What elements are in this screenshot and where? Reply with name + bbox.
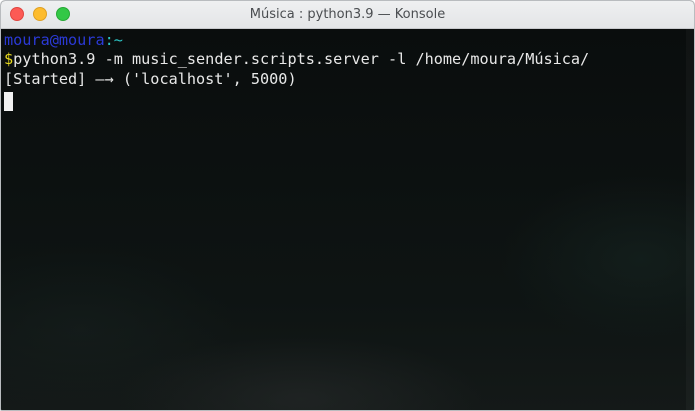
prompt-at: @ bbox=[49, 31, 59, 49]
output-line: [Started] —→ ('localhost', 5000) bbox=[4, 70, 297, 88]
scrollbar[interactable] bbox=[686, 29, 694, 410]
window-title: Música : python3.9 — Konsole bbox=[249, 7, 446, 22]
prompt-colon: : bbox=[104, 31, 114, 49]
prompt-host: moura bbox=[58, 31, 105, 49]
prompt-cwd: ~ bbox=[113, 31, 123, 49]
title-bar[interactable]: Música : python3.9 — Konsole bbox=[1, 1, 694, 29]
command-text: python3.9 -m music_sender.scripts.server… bbox=[13, 50, 590, 68]
command-line: $python3.9 -m music_sender.scripts.serve… bbox=[4, 49, 589, 69]
terminal-area[interactable]: moura@moura:~ $python3.9 -m music_sender… bbox=[1, 29, 694, 410]
konsole-window: Música : python3.9 — Konsole moura@moura… bbox=[0, 0, 695, 411]
text-cursor bbox=[4, 92, 13, 111]
prompt-symbol: $ bbox=[4, 50, 14, 68]
prompt-line: moura@moura:~ bbox=[4, 30, 123, 50]
prompt-user: moura bbox=[4, 31, 50, 49]
